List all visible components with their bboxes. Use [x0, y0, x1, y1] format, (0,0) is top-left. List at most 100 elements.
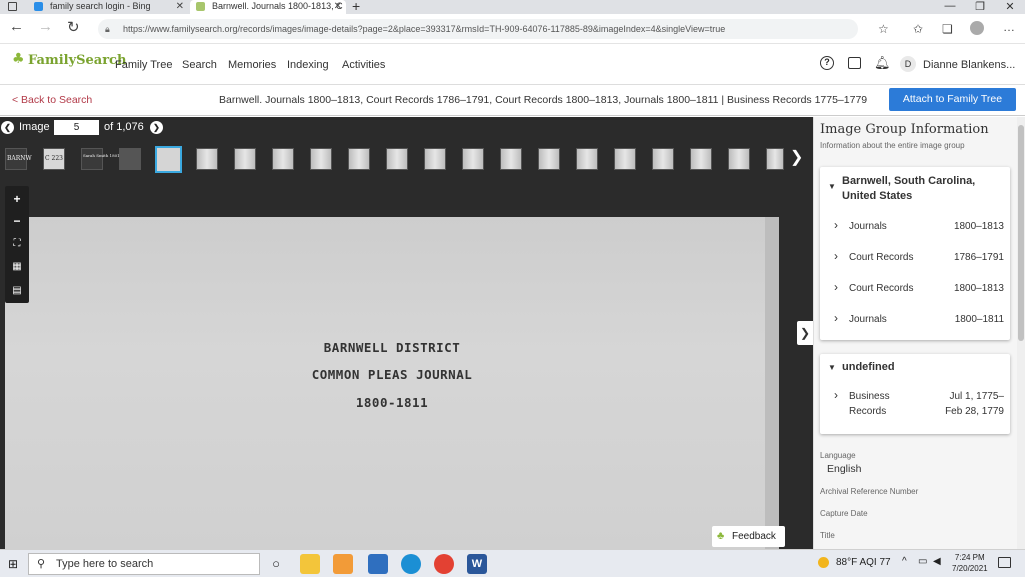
thumbnail[interactable]: BARNW — [5, 148, 32, 170]
forward-arrow-icon[interactable]: → — [38, 18, 53, 35]
thumbnail[interactable]: C 223 — [43, 148, 65, 170]
task-view-icon[interactable]: ○ — [266, 554, 286, 574]
avatar[interactable]: D — [900, 56, 916, 72]
thumbnail[interactable] — [766, 148, 784, 170]
taskbar-search-box[interactable]: ⚲ Type here to search — [28, 553, 260, 575]
zoom-out-icon[interactable]: − — [5, 210, 29, 232]
record-series-row[interactable]: › Court Records 1786–1791 — [834, 247, 1004, 275]
clock[interactable]: 7:24 PM 7/20/2021 — [952, 552, 988, 574]
nav-family-tree[interactable]: Family Tree — [115, 59, 172, 71]
more-options-icon[interactable]: … — [1003, 20, 1015, 34]
thumbnail[interactable] — [690, 148, 712, 170]
nav-activities[interactable]: Activities — [342, 59, 385, 71]
image-number-input[interactable] — [54, 120, 99, 135]
language-value: English — [827, 463, 862, 475]
favorite-star-icon[interactable]: ☆ — [878, 22, 889, 36]
thumbnail[interactable] — [462, 148, 484, 170]
windows-start-icon[interactable]: ⊞ — [8, 557, 18, 571]
thumbnail[interactable] — [348, 148, 370, 170]
record-series-row[interactable]: › Journals 1800–1813 — [834, 216, 1004, 244]
nav-search[interactable]: Search — [182, 59, 217, 71]
feedback-button[interactable]: ♣ Feedback — [712, 526, 785, 547]
close-tab-icon[interactable]: ✕ — [334, 0, 342, 13]
collapse-panel-icon[interactable]: ❯ — [797, 321, 813, 345]
messages-icon[interactable] — [848, 57, 861, 69]
weather-icon — [818, 557, 829, 568]
record-series-row[interactable]: › Business Records Jul 1, 1775– Feb 28, … — [834, 386, 1004, 420]
image-viewer[interactable]: ❮ Image of 1,076 ❯ BARNW C 223 Sarah Smi… — [0, 117, 813, 549]
familysearch-logo[interactable]: ♣ FamilySearch — [12, 51, 126, 68]
notifications-bell-icon[interactable]: 🔔︎ — [874, 55, 891, 71]
title-label: Title — [820, 531, 835, 540]
minimize-icon[interactable]: — — [935, 0, 965, 12]
url-field[interactable]: 🔒︎ https://www.familysearch.org/records/… — [98, 19, 858, 39]
collections-icon[interactable]: ❏ — [942, 22, 953, 36]
thumbnail[interactable] — [652, 148, 674, 170]
chevron-right-icon: › — [834, 311, 838, 325]
thumbnail[interactable]: Sarah Smith 1801 — [81, 148, 120, 170]
thumbnail[interactable] — [310, 148, 332, 170]
app-icon[interactable] — [333, 554, 353, 574]
thumbnail[interactable] — [538, 148, 560, 170]
thumbnail[interactable] — [386, 148, 408, 170]
grid-view-icon[interactable]: ▦ — [5, 256, 29, 278]
thumbnail[interactable] — [424, 148, 446, 170]
edge-icon[interactable] — [401, 554, 421, 574]
thumbnail[interactable] — [272, 148, 294, 170]
attach-to-family-tree-button[interactable]: Attach to Family Tree — [889, 88, 1016, 111]
date: 7/20/2021 — [952, 564, 988, 573]
fullscreen-icon[interactable]: ⛶ — [5, 233, 29, 255]
back-to-search-link[interactable]: < Back to Search — [12, 94, 92, 106]
site-header: ♣ FamilySearch Family Tree Search Memori… — [0, 45, 1025, 85]
restore-icon[interactable]: ❐ — [965, 0, 995, 13]
panel-scrollbar[interactable] — [1017, 117, 1025, 549]
browser-tab-familysearch[interactable]: Barnwell. Journals 1800-1813, C ✕ — [190, 0, 346, 14]
thumbnail[interactable] — [119, 148, 141, 170]
record-image[interactable]: BARNWELL DISTRICT COMMON PLEAS JOURNAL 1… — [5, 217, 779, 549]
scrollbar-thumb[interactable] — [1018, 125, 1024, 341]
tray-expand-icon[interactable]: ^ — [902, 556, 907, 567]
tab-actions-icon[interactable] — [8, 2, 17, 11]
image-adjust-icon[interactable]: ▤ — [5, 280, 29, 302]
document-line: BARNWELL DISTRICT — [323, 340, 461, 355]
close-window-icon[interactable]: ✕ — [995, 0, 1025, 13]
thumbnails-next-icon[interactable]: ❯ — [790, 147, 803, 167]
thumbnail[interactable] — [728, 148, 750, 170]
thumbnail[interactable] — [576, 148, 598, 170]
thumbnail[interactable] — [500, 148, 522, 170]
thumbnail[interactable] — [234, 148, 256, 170]
record-series-row[interactable]: › Court Records 1800–1813 — [834, 278, 1004, 306]
notifications-icon[interactable] — [998, 557, 1011, 568]
bing-icon — [34, 2, 43, 11]
profile-icon[interactable] — [970, 21, 984, 35]
volume-icon[interactable]: ◀ — [933, 556, 941, 567]
lock-icon: 🔒︎ — [105, 24, 110, 34]
nav-memories[interactable]: Memories — [228, 59, 276, 71]
zoom-in-icon[interactable]: + — [5, 188, 29, 210]
thumbnail-selected[interactable] — [155, 146, 182, 173]
close-tab-icon[interactable]: ✕ — [176, 0, 184, 13]
record-series-row[interactable]: › Journals 1800–1811 — [834, 309, 1004, 337]
collapse-triangle-icon[interactable]: ▼ — [828, 363, 836, 372]
collapse-triangle-icon[interactable]: ▼ — [828, 182, 836, 191]
network-icon[interactable]: ▭ — [918, 556, 927, 567]
viewer-toolbar: + − ⛶ ▦ ▤ — [5, 186, 29, 303]
word-icon[interactable]: W — [467, 554, 487, 574]
next-image-icon[interactable]: ❯ — [150, 121, 163, 134]
mail-icon[interactable] — [368, 554, 388, 574]
nav-indexing[interactable]: Indexing — [287, 59, 329, 71]
chrome-icon[interactable] — [434, 554, 454, 574]
help-icon[interactable]: ? — [820, 56, 834, 70]
file-explorer-icon[interactable] — [300, 554, 320, 574]
back-arrow-icon[interactable]: ← — [9, 18, 24, 35]
thumbnail[interactable] — [196, 148, 218, 170]
weather-readout[interactable]: 88°F AQI 77 — [836, 557, 891, 568]
favorites-icon[interactable]: ✩ — [913, 22, 923, 36]
thumbnail[interactable] — [614, 148, 636, 170]
user-name[interactable]: Dianne Blankens... — [923, 59, 1015, 71]
chevron-right-icon: › — [834, 249, 838, 263]
browser-tab-bing[interactable]: family search login - Bing ✕ — [28, 0, 188, 14]
previous-image-icon[interactable]: ❮ — [1, 121, 14, 134]
refresh-icon[interactable]: ↻ — [67, 18, 80, 36]
new-tab-icon[interactable]: + — [352, 0, 360, 14]
